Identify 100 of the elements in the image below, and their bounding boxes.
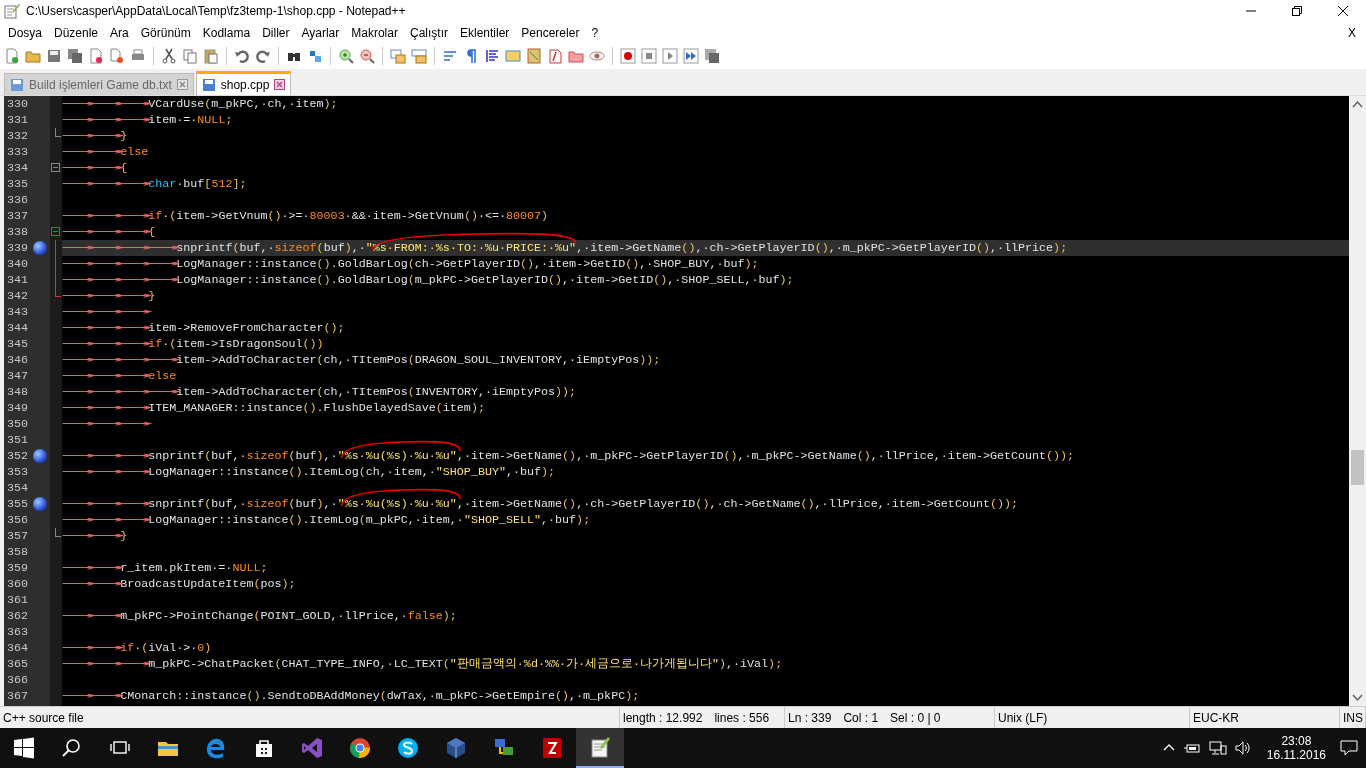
tab-markers: ⟶⟶ <box>64 640 121 656</box>
file-tab[interactable]: shop.cpp <box>195 71 292 95</box>
code-text: r_item.pkItem·=·NULL; <box>120 561 268 575</box>
menu-item[interactable]: Çalıştır <box>403 25 454 40</box>
line-number: 363 <box>5 624 29 640</box>
indent-guide-icon[interactable] <box>484 48 500 64</box>
close-icon[interactable] <box>274 79 286 90</box>
line-number: 335 <box>5 176 29 192</box>
clock[interactable]: 23:08 16.11.2016 <box>1260 734 1332 762</box>
code-text: item·=·NULL; <box>148 113 233 127</box>
file-tab[interactable]: Build işlemleri Game db.txt <box>4 73 194 95</box>
taskbar-button[interactable] <box>576 728 624 768</box>
battery-icon[interactable] <box>1182 742 1201 754</box>
menu-item[interactable]: Ayarlar <box>295 25 346 40</box>
close-all-icon[interactable] <box>109 48 125 64</box>
redo-icon[interactable] <box>255 48 271 64</box>
line-number: 349 <box>5 400 29 416</box>
word-wrap-icon[interactable] <box>442 48 458 64</box>
line-number: 330 <box>5 96 29 112</box>
folder-view-icon[interactable] <box>568 48 584 64</box>
line-number: 352 <box>5 448 29 464</box>
tab-markers: ⟶⟶⟶⟶ <box>64 272 177 288</box>
record-icon[interactable] <box>620 48 636 64</box>
fold-box[interactable] <box>51 163 60 172</box>
replace-icon[interactable] <box>307 48 323 64</box>
tab-markers: ⟶⟶ <box>64 576 121 592</box>
code-text: item->RemoveFromCharacter(); <box>148 321 345 335</box>
menu-item[interactable]: ? <box>585 25 605 40</box>
code-text: } <box>120 129 128 143</box>
zoom-in-icon[interactable] <box>338 48 354 64</box>
menu-item[interactable]: Pencereler <box>515 25 586 40</box>
tab-markers: ⟶⟶⟶ <box>64 368 149 384</box>
status-text: Unix (LF) <box>998 710 1048 725</box>
menu-item[interactable]: Dosya <box>2 25 48 40</box>
fast-forward-icon[interactable] <box>683 48 699 64</box>
eye-icon[interactable] <box>589 48 605 64</box>
notification-icon[interactable] <box>1340 740 1358 756</box>
tab-markers: ⟶⟶⟶ <box>64 496 149 512</box>
save-all-icon[interactable] <box>67 48 83 64</box>
code-text: LogManager::instance().ItemLog(m_pkPC,·item,·"SHOP_SELL",·buf); <box>148 513 591 527</box>
volume-icon[interactable] <box>1234 741 1253 755</box>
line-number: 364 <box>5 640 29 656</box>
save-icon[interactable] <box>46 48 62 64</box>
menu-item[interactable]: Kodlama <box>196 25 257 40</box>
notepad-lizard-icon <box>588 735 612 759</box>
line-number: 350 <box>5 416 29 432</box>
tab-markers: ⟶⟶ <box>64 160 121 176</box>
zoom-out-icon[interactable] <box>359 48 375 64</box>
sync-horizontal-icon[interactable] <box>411 48 427 64</box>
speech-s-icon <box>396 736 420 760</box>
menu-item[interactable]: Görünüm <box>134 25 197 40</box>
code-text: item->AddToCharacter(ch,·TItemPos(INVENTORY,·iEmptyPos)); <box>176 385 577 399</box>
line-number: 338 <box>5 224 29 240</box>
code-text: item->AddToCharacter(ch,·TItemPos(DRAGON_SOUL_INVENTORY,·iEmptyPos)); <box>176 353 661 367</box>
new-file-icon[interactable] <box>4 48 20 64</box>
line-number: 341 <box>5 272 29 288</box>
line-number: 356 <box>5 512 29 528</box>
stop-icon[interactable] <box>641 48 657 64</box>
tab-markers: ⟶⟶⟶⟶ <box>64 240 177 256</box>
line-number: 351 <box>5 432 29 448</box>
status-text: Sel : 0 | 0 <box>890 710 941 725</box>
line-number: 331 <box>5 112 29 128</box>
line-number: 333 <box>5 144 29 160</box>
tab-markers: ⟶⟶⟶⟶ <box>64 352 177 368</box>
fold-box[interactable] <box>51 227 60 236</box>
save-macro-icon[interactable] <box>704 48 720 64</box>
line-number: 357 <box>5 528 29 544</box>
close-file-icon[interactable] <box>88 48 104 64</box>
paste-icon[interactable] <box>203 48 219 64</box>
close-document-button[interactable]: X <box>1342 25 1366 40</box>
close-icon <box>1338 6 1348 16</box>
tab-markers: ⟶⟶⟶ <box>64 304 149 320</box>
line-number: 367 <box>5 688 29 704</box>
map-icon[interactable] <box>526 48 542 64</box>
tab-markers: ⟶⟶⟶ <box>64 656 149 672</box>
folder-icon[interactable] <box>25 48 41 64</box>
copy-icon[interactable] <box>182 48 198 64</box>
cube-icon <box>444 736 468 760</box>
network-icon[interactable] <box>1208 741 1227 755</box>
menu-item[interactable]: Eklentiler <box>454 25 516 40</box>
menu-item[interactable]: Makrolar <box>345 25 404 40</box>
play-icon[interactable] <box>662 48 678 64</box>
scrollbar[interactable] <box>1349 96 1366 706</box>
code-text: VCardUse(m_pkPC,·ch,·item); <box>148 97 338 111</box>
status-text: lines : 556 <box>714 710 770 725</box>
sync-vertical-icon[interactable] <box>390 48 406 64</box>
menu-item[interactable]: Diller <box>256 25 296 40</box>
menu-item[interactable]: Ara <box>104 25 135 40</box>
undo-icon[interactable] <box>234 48 250 64</box>
tab-markers: ⟶⟶⟶⟶ <box>64 256 177 272</box>
scrollbar-thumb[interactable] <box>1351 450 1364 485</box>
function-icon[interactable] <box>547 48 563 64</box>
tab-markers: ⟶⟶⟶ <box>64 400 149 416</box>
cut-icon[interactable] <box>161 48 177 64</box>
menu-item[interactable]: Düzenle <box>48 25 105 40</box>
tab-markers: ⟶⟶ <box>64 128 121 144</box>
code-text: if·(iVal·>·0) <box>120 641 212 655</box>
tab-markers: ⟶⟶⟶ <box>64 448 149 464</box>
close-icon[interactable] <box>176 79 188 90</box>
line-number: 332 <box>5 128 29 144</box>
